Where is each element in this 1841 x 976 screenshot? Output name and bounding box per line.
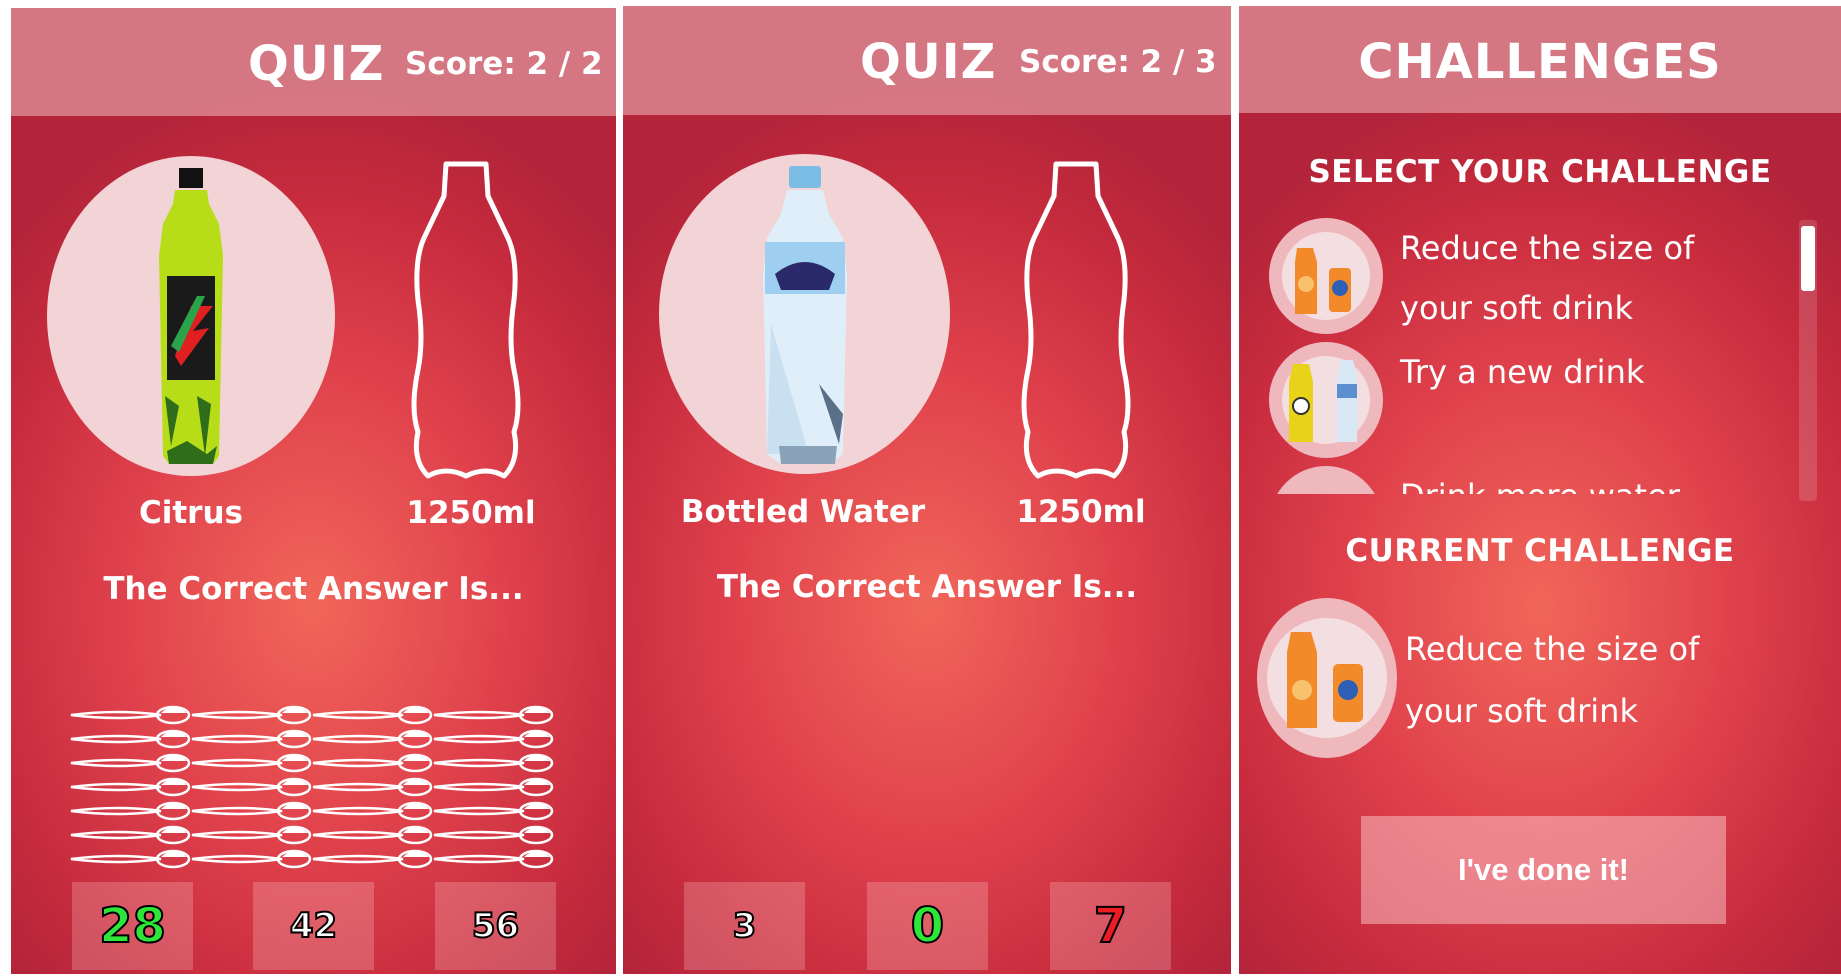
- quiz-screen-2: QUIZ Score: 2 / 3 Bottled Water 1250ml T…: [623, 6, 1231, 974]
- sugar-spoon-icon: [433, 825, 554, 845]
- scrollbar-thumb[interactable]: [1801, 226, 1815, 291]
- size-label: 1250ml: [1016, 494, 1146, 530]
- sugar-spoon-icon: [312, 777, 433, 797]
- size-label: 1250ml: [406, 495, 536, 531]
- answer-option-1[interactable]: 28: [72, 882, 193, 970]
- drink-image-circle: [659, 154, 950, 474]
- correct-answer-heading: The Correct Answer Is...: [716, 569, 1138, 605]
- sugar-spoon-icon: [191, 729, 312, 749]
- sugar-spoon-icon: [312, 801, 433, 821]
- sugar-spoon-icon: [433, 777, 554, 797]
- sugar-spoon-icon: [433, 849, 554, 869]
- select-challenge-heading: SELECT YOUR CHALLENGE: [1308, 154, 1772, 190]
- water-bottle-icon: [763, 166, 847, 464]
- empty-bottle-outline-icon: [1021, 161, 1131, 479]
- current-challenge: Reduce the size of your soft drink: [1257, 598, 1777, 758]
- empty-bottle-outline-icon: [411, 161, 521, 479]
- sugar-spoon-icon: [433, 705, 554, 725]
- challenges-screen: CHALLENGES SELECT YOUR CHALLENGE Reduce …: [1239, 6, 1841, 974]
- answer-option-3[interactable]: 56: [435, 882, 556, 970]
- quiz-header: QUIZ Score: 2 / 2: [11, 8, 616, 116]
- current-challenge-label: Reduce the size of your soft drink: [1405, 630, 1700, 730]
- quiz-header: QUIZ Score: 2 / 3: [623, 6, 1231, 115]
- water-bottle-icon: [1269, 466, 1383, 494]
- done-button[interactable]: I've done it!: [1361, 816, 1726, 924]
- drink-image-circle: [47, 156, 335, 476]
- sugar-spoon-icon: [312, 705, 433, 725]
- challenge-label: Drink more water: [1400, 466, 1770, 494]
- sugar-spoon-icon: [191, 753, 312, 773]
- quiz-screen-1: QUIZ Score: 2 / 2 Citrus 1250ml The Corr…: [11, 8, 616, 974]
- correct-answer-heading: The Correct Answer Is...: [103, 571, 524, 607]
- challenge-item[interactable]: Try a new drink: [1269, 342, 1784, 460]
- challenge-label: Reduce the size of your soft drink: [1400, 229, 1695, 327]
- sugar-spoon-icon: [70, 849, 191, 869]
- screen-title: QUIZ: [860, 34, 997, 90]
- screen-title: QUIZ: [248, 36, 385, 92]
- bottle-and-can-icon: [1269, 218, 1383, 334]
- sugar-spoon-icon: [70, 801, 191, 821]
- challenge-list[interactable]: Reduce the size of your soft drink Try a…: [1269, 218, 1784, 494]
- sugar-spoon-icon: [70, 753, 191, 773]
- challenge-item[interactable]: Drink more water: [1269, 466, 1784, 494]
- answer-option-2[interactable]: 42: [253, 882, 374, 970]
- sugar-spoon-icon: [70, 777, 191, 797]
- sugar-spoon-icon: [191, 801, 312, 821]
- sugar-spoon-icon: [191, 825, 312, 845]
- score-label: Score: 2 / 3: [1019, 44, 1217, 80]
- answer-option-2[interactable]: 0: [867, 882, 988, 970]
- sugar-spoon-icon: [312, 729, 433, 749]
- current-challenge-heading: CURRENT CHALLENGE: [1345, 533, 1735, 569]
- sugar-spoon-icon: [433, 801, 554, 821]
- sugar-spoon-icon: [191, 705, 312, 725]
- bottle-and-can-icon: [1257, 598, 1397, 758]
- sugar-spoons-graphic: [70, 705, 554, 869]
- soda-and-water-icon: [1269, 342, 1383, 458]
- challenge-label: Try a new drink: [1400, 353, 1645, 391]
- sugar-spoon-icon: [191, 849, 312, 869]
- sugar-spoon-icon: [433, 753, 554, 773]
- sugar-spoon-icon: [191, 777, 312, 797]
- sugar-spoon-icon: [70, 825, 191, 845]
- sugar-spoon-icon: [312, 849, 433, 869]
- sugar-spoon-icon: [70, 705, 191, 725]
- sugar-spoon-icon: [70, 729, 191, 749]
- drink-label: Citrus: [138, 495, 243, 531]
- screen-title: CHALLENGES: [1358, 34, 1722, 90]
- sugar-spoon-icon: [312, 753, 433, 773]
- answer-option-1[interactable]: 3: [684, 882, 805, 970]
- score-label: Score: 2 / 2: [405, 46, 603, 82]
- drink-label: Bottled Water: [680, 494, 926, 530]
- sugar-spoon-icon: [433, 729, 554, 749]
- challenge-item[interactable]: Reduce the size of your soft drink: [1269, 218, 1784, 336]
- citrus-soda-bottle-icon: [159, 168, 223, 464]
- answer-option-3[interactable]: 7: [1050, 882, 1171, 970]
- challenge-list-scrollbar[interactable]: [1799, 220, 1817, 501]
- challenges-header: CHALLENGES: [1239, 6, 1841, 113]
- sugar-spoon-icon: [312, 825, 433, 845]
